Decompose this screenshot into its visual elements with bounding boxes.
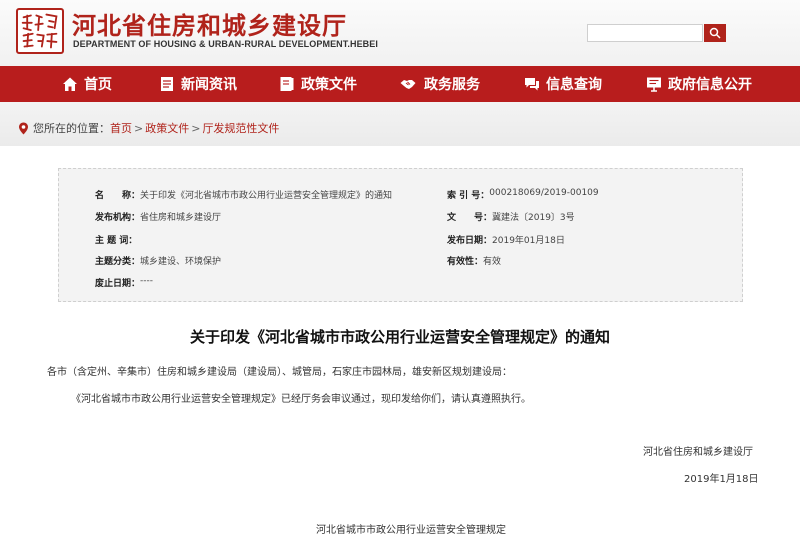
board-icon (647, 77, 661, 92)
handshake-icon (400, 80, 416, 89)
attachment-title: 河北省城市市政公用行业运营安全管理规定 (316, 525, 506, 536)
logo-seal-icon[interactable] (16, 8, 64, 54)
meta-value: 省住房和城乡建设厅 (140, 213, 222, 223)
meta-value: 城乡建设、环境保护 (140, 257, 222, 267)
site-subtitle: DEPARTMENT OF HOUSING & URBAN-RURAL DEVE… (73, 39, 378, 49)
meta-value: 有效 (483, 257, 502, 267)
breadcrumb-link-home[interactable]: 首页 (110, 120, 132, 136)
meta-label: 名 称： (95, 191, 141, 201)
meta-value: 冀建法〔2019〕3号 (492, 213, 575, 223)
breadcrumb-link-policy[interactable]: 政策文件 (145, 120, 189, 136)
search-icon (709, 27, 721, 39)
meta-date-row: 发布日期： 2019年01月18日 (447, 233, 565, 246)
meta-label: 文 号： (447, 213, 493, 223)
meta-index-row: 索 引 号： 000218069/2019-00109 (447, 188, 599, 201)
meta-label: 废止日期： (95, 279, 141, 289)
location-pin-icon (19, 122, 28, 134)
meta-value: 关于印发《河北省城市市政公用行业运营安全管理规定》的通知 (140, 191, 393, 201)
meta-label: 主 题 词： (95, 236, 138, 246)
nav-label: 首页 (84, 77, 112, 93)
meta-subject-row: 主 题 词： (95, 233, 137, 246)
meta-org-row: 发布机构： 省住房和城乡建设厅 (95, 210, 221, 223)
nav-item-query[interactable]: 信息查询 (524, 66, 602, 102)
meta-label: 主题分类： (95, 257, 141, 267)
search-input[interactable] (587, 24, 703, 42)
breadcrumb-prefix: 您所在的位置： (33, 122, 110, 135)
document-icon (161, 77, 173, 91)
meta-category-row: 主题分类： 城乡建设、环境保护 (95, 254, 221, 267)
site-title[interactable]: 河北省住房和城乡建设厅 (72, 6, 347, 41)
document-title: 关于印发《河北省城市市政公用行业运营安全管理规定》的通知 (189, 328, 610, 346)
document-body: 《河北省城市市政公用行业运营安全管理规定》已经厅务会审议通过，现印发给你们，请认… (71, 394, 531, 405)
breadcrumb-separator: > (191, 121, 201, 135)
nav-label: 新闻资讯 (181, 77, 237, 93)
search-button[interactable] (704, 24, 726, 42)
nav-item-services[interactable]: 政务服务 (398, 66, 480, 102)
site-header: 河北省住房和城乡建设厅 DEPARTMENT OF HOUSING & URBA… (0, 0, 800, 66)
breadcrumb-separator: > (134, 121, 144, 135)
meta-abolish-row: 废止日期： ---- (95, 276, 153, 289)
meta-label: 有效性： (447, 257, 484, 267)
breadcrumb-link-rules[interactable]: 厅发规范性文件 (202, 120, 279, 136)
nav-item-policy[interactable]: 政策文件 (279, 66, 357, 102)
nav-label: 信息查询 (546, 77, 602, 93)
nav-label: 政务服务 (424, 77, 480, 93)
breadcrumb: 您所在的位置： 首页 > 政策文件 > 厅发规范性文件 (18, 120, 279, 136)
nav-item-gov-info[interactable]: 政府信息公开 (646, 66, 752, 102)
document-recipients: 各市（含定州、辛集市）住房和城乡建设局（建设局）、城管局，石家庄市园林局，雄安新… (47, 367, 512, 378)
meta-label: 发布日期： (447, 236, 493, 246)
home-icon (63, 77, 77, 91)
meta-name-row: 名 称： 关于印发《河北省城市市政公用行业运营安全管理规定》的通知 (95, 188, 392, 201)
meta-validity-row: 有效性： 有效 (447, 254, 501, 267)
document-date: 2019年1月18日 (684, 474, 759, 485)
chat-icon (525, 78, 539, 91)
meta-label: 索 引 号： (447, 191, 490, 201)
nav-item-home[interactable]: 首页 (62, 66, 112, 102)
meta-value: ---- (140, 276, 154, 286)
meta-value: 000218069/2019-00109 (489, 188, 599, 198)
meta-label: 发布机构： (95, 213, 141, 223)
nav-label: 政府信息公开 (668, 77, 752, 93)
main-nav: 首页 新闻资讯 政策文件 政务服务 信息查询 政府信息公开 (0, 66, 800, 102)
document-meta-box: 名 称： 关于印发《河北省城市市政公用行业运营安全管理规定》的通知 索 引 号：… (58, 168, 743, 302)
meta-value: 2019年01月18日 (492, 236, 565, 246)
document-signature: 河北省住房和城乡建设厅 (643, 447, 753, 458)
meta-docno-row: 文 号： 冀建法〔2019〕3号 (447, 210, 575, 223)
book-icon (280, 77, 294, 91)
nav-label: 政策文件 (301, 77, 357, 93)
nav-item-news[interactable]: 新闻资讯 (159, 66, 237, 102)
